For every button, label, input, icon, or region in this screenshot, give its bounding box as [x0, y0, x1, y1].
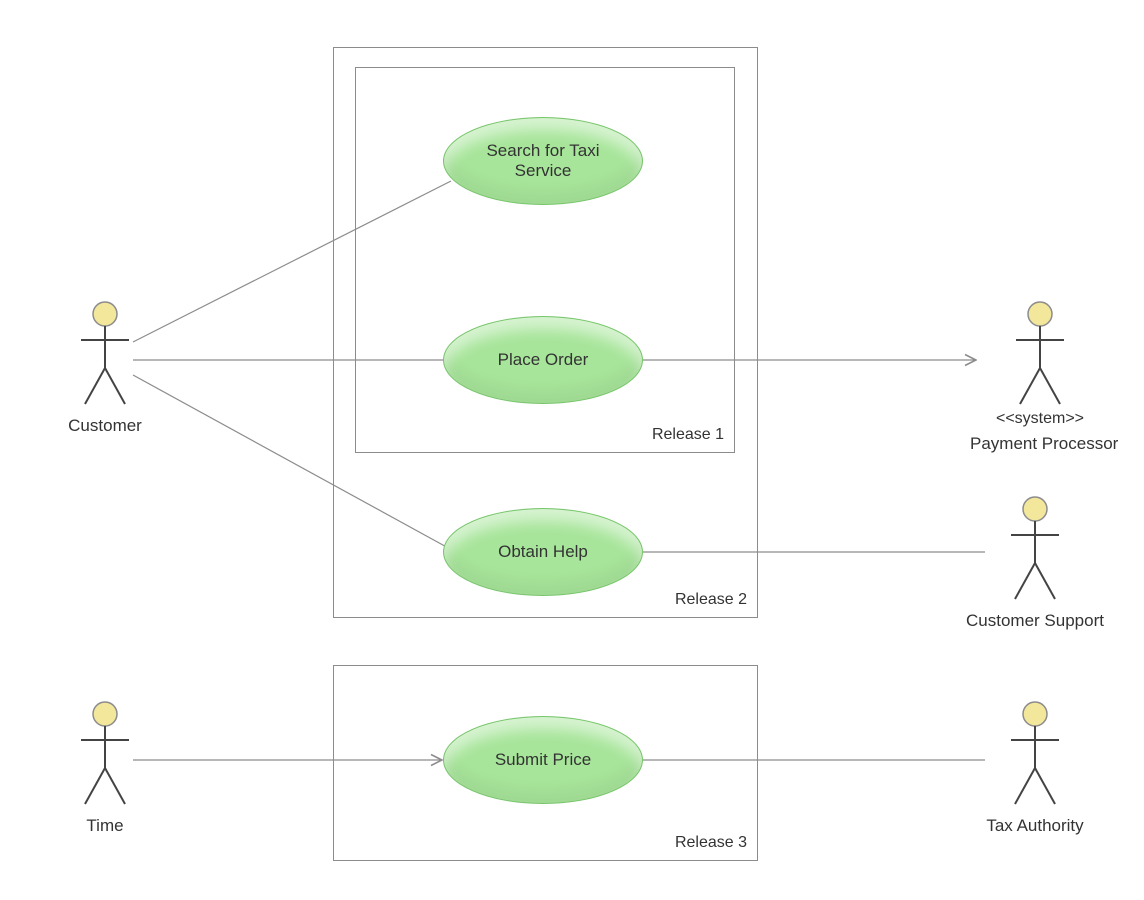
diagram-canvas: Release 2 Release 1 Release 3 Search for… [0, 0, 1144, 900]
stick-figure-icon [75, 700, 135, 810]
usecase-search-taxi: Search for Taxi Service [443, 117, 643, 205]
stick-figure-icon [1005, 700, 1065, 810]
usecase-obtain-help: Obtain Help [443, 508, 643, 596]
actor-payment-processor-stereotype: <<system>> [970, 410, 1110, 428]
usecase-obtain-help-label: Obtain Help [498, 542, 588, 562]
usecase-submit-price-label: Submit Price [495, 750, 591, 770]
actor-customer-label: Customer [60, 416, 150, 436]
actor-tax-authority: Tax Authority [955, 700, 1115, 836]
usecase-search-taxi-label: Search for Taxi Service [458, 141, 628, 181]
boundary-release3-label: Release 3 [675, 834, 747, 852]
stick-figure-icon [75, 300, 135, 410]
actor-customer-support: Customer Support [955, 495, 1115, 631]
actor-payment-processor-label: Payment Processor [970, 434, 1110, 454]
usecase-place-order-label: Place Order [498, 350, 589, 370]
stick-figure-icon [1005, 495, 1065, 605]
stick-figure-icon [1010, 300, 1070, 410]
actor-time: Time [60, 700, 150, 836]
usecase-place-order: Place Order [443, 316, 643, 404]
actor-customer-support-label: Customer Support [955, 611, 1115, 631]
actor-time-label: Time [60, 816, 150, 836]
boundary-release1-label: Release 1 [652, 426, 724, 444]
actor-payment-processor: <<system>> Payment Processor [970, 300, 1110, 454]
boundary-release2-label: Release 2 [675, 591, 747, 609]
actor-customer: Customer [60, 300, 150, 436]
usecase-submit-price: Submit Price [443, 716, 643, 804]
actor-tax-authority-label: Tax Authority [955, 816, 1115, 836]
